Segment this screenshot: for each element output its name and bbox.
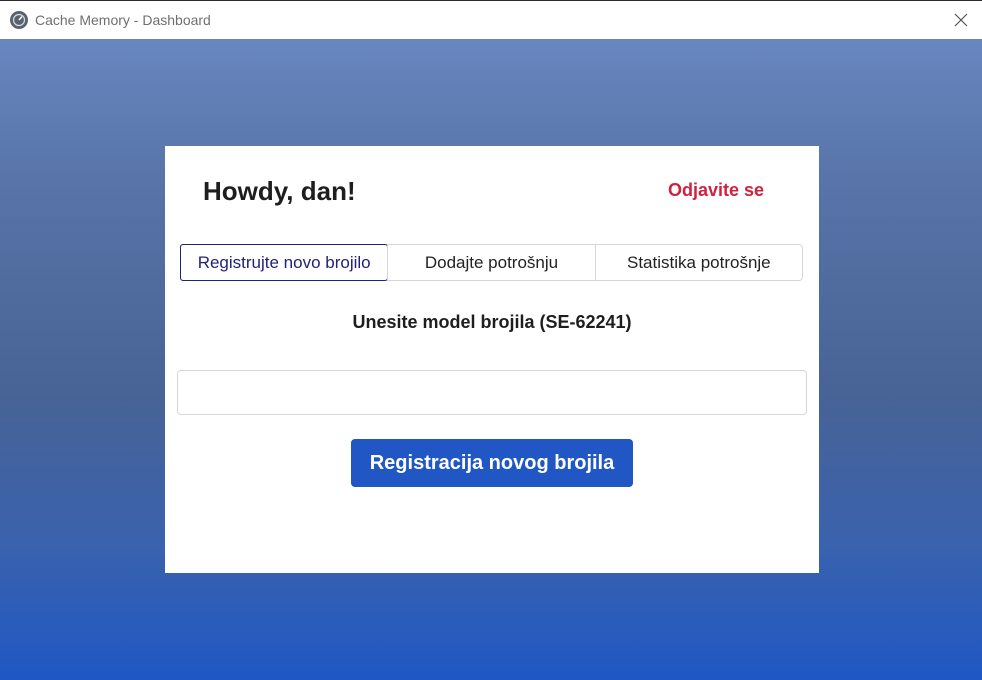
close-icon: [954, 13, 968, 27]
title-bar: Cache Memory - Dashboard: [0, 0, 982, 39]
app-window: Cache Memory - Dashboard Howdy, dan! Odj…: [0, 0, 982, 680]
window-close-button[interactable]: [946, 5, 976, 35]
logout-link[interactable]: Odjavite se: [668, 180, 764, 201]
speedometer-icon: [10, 11, 28, 29]
tab-bar: Registrujte novo brojilo Dodajte potrošn…: [180, 244, 803, 281]
tab-consumption-statistics[interactable]: Statistika potrošnje: [594, 245, 802, 280]
tab-register-meter[interactable]: Registrujte novo brojilo: [180, 244, 389, 281]
tab-add-consumption[interactable]: Dodajte potrošnju: [387, 245, 594, 280]
dashboard-card: Howdy, dan! Odjavite se Registrujte novo…: [165, 146, 819, 573]
meter-model-input[interactable]: [177, 370, 807, 415]
model-prompt-label: Unesite model brojila (SE-62241): [352, 312, 632, 332]
greeting-heading: Howdy, dan!: [203, 176, 356, 206]
window-title: Cache Memory - Dashboard: [35, 12, 211, 28]
register-meter-button[interactable]: Registracija novog brojila: [351, 439, 633, 487]
